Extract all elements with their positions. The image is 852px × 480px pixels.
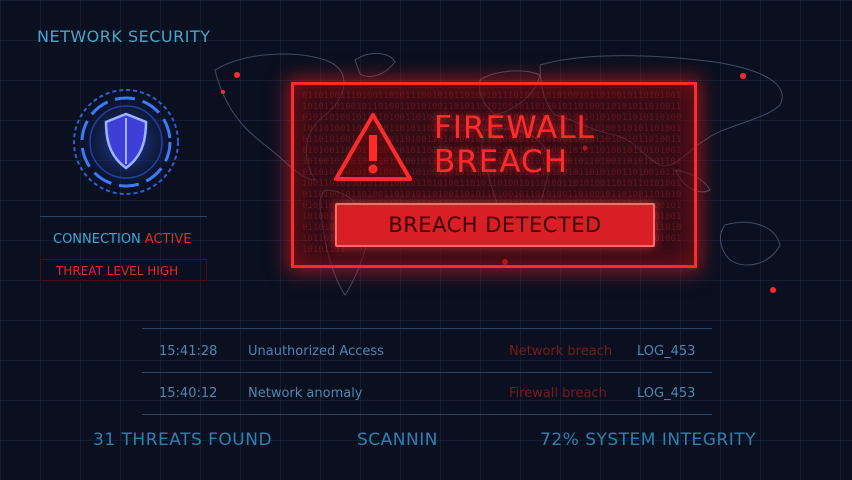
system-integrity: 72% SYSTEM INTEGRITY xyxy=(540,430,756,450)
log-id: LOG_453 xyxy=(637,344,696,359)
log-divider-top xyxy=(142,328,712,329)
log-row[interactable]: 15:40:12 Network anomaly Firewall breach… xyxy=(142,374,712,416)
threat-level-badge: THREAT LEVEL HIGH xyxy=(40,259,207,281)
page-title: NETWORK SECURITY xyxy=(37,27,211,46)
log-time: 15:41:28 xyxy=(159,344,218,359)
log-divider-bottom xyxy=(142,414,712,415)
alert-headline: FIREWALL BREACH xyxy=(434,111,595,179)
connection-status: CONNECTION ACTIVE xyxy=(53,232,191,247)
log-id: LOG_453 xyxy=(637,386,696,401)
connection-label: CONNECTION xyxy=(53,232,141,247)
scan-status: SCANNIN xyxy=(357,430,438,450)
firewall-alert-panel: 0110100111010011010111001010110100101110… xyxy=(291,82,697,268)
log-type: Firewall breach xyxy=(509,386,607,401)
log-message: Network anomaly xyxy=(248,386,363,401)
log-row[interactable]: 15:41:28 Unauthorized Access Network bre… xyxy=(142,332,712,374)
log-message: Unauthorized Access xyxy=(248,344,384,359)
log-divider-middle xyxy=(142,372,712,373)
shield-emblem xyxy=(66,82,186,202)
warning-icon xyxy=(334,113,412,181)
connection-value: ACTIVE xyxy=(144,232,192,247)
sidebar-divider xyxy=(40,216,207,217)
headline-line1: FIREWALL xyxy=(434,110,595,146)
log-type: Network breach xyxy=(509,344,613,359)
headline-line2: BREACH xyxy=(434,144,569,180)
breach-detected-button[interactable]: BREACH DETECTED xyxy=(335,203,655,247)
log-time: 15:40:12 xyxy=(159,386,218,401)
threats-found-counter: 31 THREATS FOUND xyxy=(93,430,273,450)
